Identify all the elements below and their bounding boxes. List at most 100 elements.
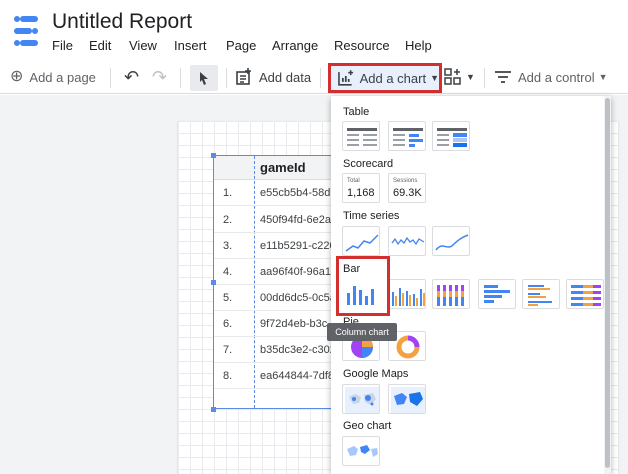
add-control-button[interactable]: Add a control ▼ <box>494 60 608 94</box>
resize-handle[interactable] <box>211 407 216 412</box>
bar-chart-icon <box>484 285 510 303</box>
stacked-bar-chart-icon <box>571 285 601 306</box>
table-row[interactable]: 6. 9f72d4eb-b3c <box>214 311 342 337</box>
table-row[interactable]: 2. 450f94fd-6e2a <box>214 207 342 233</box>
menu-arrange[interactable]: Arrange <box>272 38 318 53</box>
redo-icon: ↷ <box>152 67 168 87</box>
menu-insert[interactable]: Insert <box>174 38 207 53</box>
tooltip: Column chart <box>327 323 397 341</box>
filled-map-icon <box>391 387 425 413</box>
bubble-map-icon <box>345 387 379 413</box>
add-data-button[interactable]: Add data <box>235 60 311 94</box>
add-control-label: Add a control <box>518 69 595 85</box>
table-widget[interactable]: gameId 1. e55cb5b4-58d6 2. 450f94fd-6e2a 3… <box>213 155 343 409</box>
section-time-series: Time series <box>343 210 400 222</box>
grouped-column-chart-icon <box>392 288 425 306</box>
add-page-button[interactable]: ⊕ Add a page <box>10 60 96 94</box>
chart-sparkline[interactable] <box>388 226 426 256</box>
add-chart-button[interactable]: Add a chart ▼ <box>328 63 442 93</box>
resize-handle[interactable] <box>211 153 216 158</box>
row-number: 8. <box>223 370 233 382</box>
cursor-icon <box>200 72 208 85</box>
menu-resource[interactable]: Resource <box>334 38 390 53</box>
chart-grouped-column[interactable] <box>388 279 426 309</box>
menu-view[interactable]: View <box>129 38 157 53</box>
undo-icon: ↶ <box>124 67 140 87</box>
section-google-maps: Google Maps <box>343 368 409 380</box>
table-chart-icon <box>347 128 377 146</box>
table-row[interactable]: 3. e11b5291-c220 <box>214 233 342 259</box>
row-number: 2. <box>223 214 233 226</box>
row-number: 4. <box>223 266 233 278</box>
community-viz-button[interactable]: ▼ <box>444 60 475 94</box>
row-number: 1. <box>223 187 233 199</box>
data-studio-logo-icon[interactable] <box>10 14 40 48</box>
grouped-bar-chart-icon <box>528 285 552 306</box>
menu-edit[interactable]: Edit <box>89 38 111 53</box>
table-row[interactable]: 4. aa96f40f-96a1 <box>214 259 342 285</box>
scorecard-value: 69.3K <box>393 187 422 199</box>
chevron-down-icon: ▼ <box>598 72 608 82</box>
menu-help[interactable]: Help <box>405 38 432 53</box>
chart-bar[interactable] <box>478 279 516 309</box>
toolbar-divider <box>180 68 181 88</box>
chart-geo[interactable] <box>342 436 380 466</box>
chart-stacked-bar[interactable] <box>566 279 604 309</box>
menu-scrollbar-thumb[interactable] <box>605 98 610 468</box>
add-circle-icon: ⊕ <box>10 68 24 85</box>
chevron-down-icon: ▼ <box>466 72 475 82</box>
add-chart-icon <box>338 70 354 86</box>
undo-button[interactable]: ↶ <box>124 60 145 94</box>
smoothed-line-chart-icon <box>435 234 469 251</box>
toolbar: ⊕ Add a page ↶ ↷ Add data ▼ Add a contro… <box>0 60 628 94</box>
table-row[interactable]: 5. 00dd6dc5-0c5a <box>214 285 342 311</box>
chart-time-series[interactable] <box>342 226 380 256</box>
toolbar-divider <box>484 68 485 88</box>
scorecard-label: Sessions <box>393 178 418 184</box>
row-number: 3. <box>223 240 233 252</box>
report-title[interactable]: Untitled Report <box>52 10 192 34</box>
table-bars-chart-icon <box>393 128 423 147</box>
filter-icon <box>495 71 511 83</box>
column-chart-highlight <box>336 256 390 316</box>
row-value: 450f94fd-6e2a <box>260 214 331 226</box>
add-page-label: Add a page <box>29 69 96 85</box>
add-data-icon <box>236 68 251 85</box>
stacked-column-chart-icon <box>437 285 464 306</box>
select-tool-button[interactable] <box>190 65 218 91</box>
chart-table-bars[interactable] <box>388 121 426 151</box>
table-row[interactable]: 8. ea644844-7df8 <box>214 363 342 389</box>
toolbar-divider <box>110 68 111 88</box>
chart-table-heatmap[interactable] <box>432 121 470 151</box>
chart-scorecard[interactable]: Total 1,168 <box>342 173 380 203</box>
redo-button[interactable]: ↷ <box>152 60 173 94</box>
table-row[interactable]: 7. b35dc3e2-c302 <box>214 337 342 363</box>
chart-filled-map[interactable] <box>388 384 426 414</box>
sparkline-chart-icon <box>391 236 425 246</box>
chart-stacked-column[interactable] <box>432 279 470 309</box>
chart-smoothed-time-series[interactable] <box>432 226 470 256</box>
row-number: 6. <box>223 318 233 330</box>
app-window: Untitled Report File Edit View Insert Pa… <box>0 0 628 474</box>
scorecard-value: 1,168 <box>347 187 375 199</box>
table-row[interactable]: 1. e55cb5b4-58d6 <box>214 180 342 206</box>
row-value: b35dc3e2-c302 <box>260 344 336 356</box>
chart-scorecard-compact[interactable]: Sessions 69.3K <box>388 173 426 203</box>
row-number: 5. <box>223 292 233 304</box>
menu-file[interactable]: File <box>52 38 73 53</box>
chart-table-basic[interactable] <box>342 121 380 151</box>
toolbar-divider <box>320 68 321 88</box>
time-series-chart-icon <box>345 234 379 252</box>
row-value: 00dd6dc5-0c5a <box>260 292 336 304</box>
add-data-label: Add data <box>259 69 312 85</box>
resize-handle[interactable] <box>211 280 216 285</box>
scorecard-label: Total <box>347 178 360 184</box>
toolbar-divider <box>226 68 227 88</box>
geo-chart-icon <box>347 445 378 457</box>
menu-page[interactable]: Page <box>226 38 256 53</box>
chart-grouped-bar[interactable] <box>522 279 560 309</box>
table-header[interactable]: gameId <box>214 156 342 180</box>
chart-bubble-map[interactable] <box>342 384 380 414</box>
table-heatmap-chart-icon <box>437 128 467 147</box>
section-table: Table <box>343 106 370 118</box>
